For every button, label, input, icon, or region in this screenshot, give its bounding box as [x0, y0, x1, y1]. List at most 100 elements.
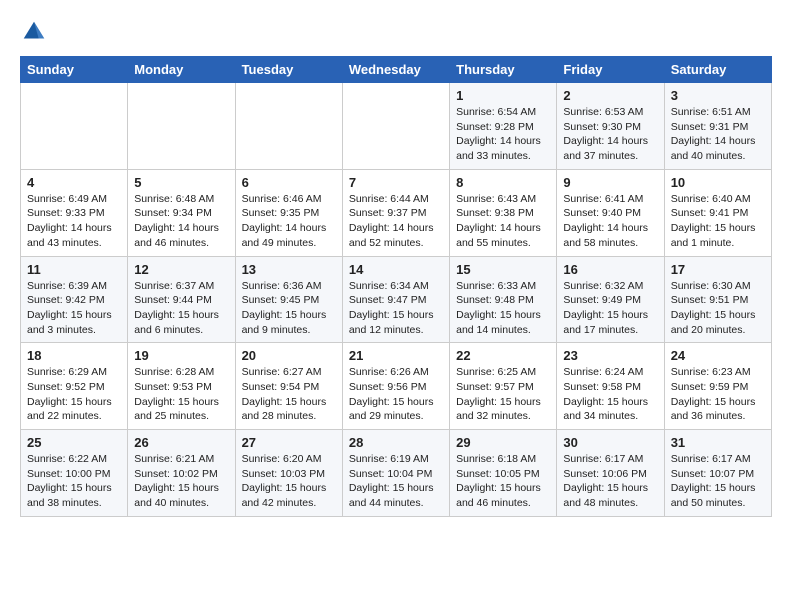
- day-cell: 23 Sunrise: 6:24 AM Sunset: 9:58 PM Dayli…: [557, 343, 664, 430]
- day-info: Sunrise: 6:53 AM Sunset: 9:30 PM Dayligh…: [563, 105, 657, 164]
- day-info: Sunrise: 6:24 AM Sunset: 9:58 PM Dayligh…: [563, 365, 657, 424]
- page: SundayMondayTuesdayWednesdayThursdayFrid…: [0, 0, 792, 535]
- day-cell: 25 Sunrise: 6:22 AM Sunset: 10:00 PM Dayl…: [21, 430, 128, 517]
- day-number: 22: [456, 348, 550, 363]
- day-cell: 7 Sunrise: 6:44 AM Sunset: 9:37 PM Daylig…: [342, 169, 449, 256]
- day-cell: 3 Sunrise: 6:51 AM Sunset: 9:31 PM Daylig…: [664, 83, 771, 170]
- weekday-wednesday: Wednesday: [342, 57, 449, 83]
- day-cell: 13 Sunrise: 6:36 AM Sunset: 9:45 PM Dayli…: [235, 256, 342, 343]
- day-cell: [235, 83, 342, 170]
- day-cell: 4 Sunrise: 6:49 AM Sunset: 9:33 PM Daylig…: [21, 169, 128, 256]
- day-cell: 27Sunrise: 6:20 AM Sunset: 10:03 PM Dayl…: [235, 430, 342, 517]
- day-cell: [21, 83, 128, 170]
- day-number: 23: [563, 348, 657, 363]
- day-info: Sunrise: 6:22 AM Sunset: 10:00 PM Daylig…: [27, 452, 121, 511]
- day-cell: 12 Sunrise: 6:37 AM Sunset: 9:44 PM Dayli…: [128, 256, 235, 343]
- day-number: 6: [242, 175, 336, 190]
- day-number: 31: [671, 435, 765, 450]
- day-number: 9: [563, 175, 657, 190]
- day-cell: 30 Sunrise: 6:17 AM Sunset: 10:06 PM Dayl…: [557, 430, 664, 517]
- day-cell: 29 Sunrise: 6:18 AM Sunset: 10:05 PM Dayl…: [450, 430, 557, 517]
- weekday-tuesday: Tuesday: [235, 57, 342, 83]
- day-info: Sunrise: 6:21 AM Sunset: 10:02 PM Daylig…: [134, 452, 228, 511]
- day-number: 8: [456, 175, 550, 190]
- day-cell: 6 Sunrise: 6:46 AM Sunset: 9:35 PM Daylig…: [235, 169, 342, 256]
- weekday-monday: Monday: [128, 57, 235, 83]
- day-cell: 18 Sunrise: 6:29 AM Sunset: 9:52 PM Dayli…: [21, 343, 128, 430]
- day-info: Sunrise: 6:18 AM Sunset: 10:05 PM Daylig…: [456, 452, 550, 511]
- day-info: Sunrise: 6:27 AM Sunset: 9:54 PM Dayligh…: [242, 365, 336, 424]
- day-info: Sunrise: 6:43 AM Sunset: 9:38 PM Dayligh…: [456, 192, 550, 251]
- weekday-thursday: Thursday: [450, 57, 557, 83]
- day-number: 26: [134, 435, 228, 450]
- day-number: 13: [242, 262, 336, 277]
- day-cell: [128, 83, 235, 170]
- day-number: 2: [563, 88, 657, 103]
- day-info: Sunrise: 6:23 AM Sunset: 9:59 PM Dayligh…: [671, 365, 765, 424]
- day-number: 1: [456, 88, 550, 103]
- day-number: 18: [27, 348, 121, 363]
- day-cell: 26 Sunrise: 6:21 AM Sunset: 10:02 PM Dayl…: [128, 430, 235, 517]
- logo-icon: [20, 18, 48, 46]
- day-cell: 5Sunrise: 6:48 AM Sunset: 9:34 PM Daylig…: [128, 169, 235, 256]
- day-info: Sunrise: 6:20 AM Sunset: 10:03 PM Daylig…: [242, 452, 336, 511]
- day-info: Sunrise: 6:37 AM Sunset: 9:44 PM Dayligh…: [134, 279, 228, 338]
- day-info: Sunrise: 6:36 AM Sunset: 9:45 PM Dayligh…: [242, 279, 336, 338]
- day-info: Sunrise: 6:29 AM Sunset: 9:52 PM Dayligh…: [27, 365, 121, 424]
- day-info: Sunrise: 6:17 AM Sunset: 10:06 PM Daylig…: [563, 452, 657, 511]
- week-row-4: 18 Sunrise: 6:29 AM Sunset: 9:52 PM Dayli…: [21, 343, 772, 430]
- day-info: Sunrise: 6:51 AM Sunset: 9:31 PM Dayligh…: [671, 105, 765, 164]
- day-info: Sunrise: 6:40 AM Sunset: 9:41 PM Dayligh…: [671, 192, 765, 251]
- day-cell: 21Sunrise: 6:26 AM Sunset: 9:56 PM Dayli…: [342, 343, 449, 430]
- week-row-3: 11Sunrise: 6:39 AM Sunset: 9:42 PM Dayli…: [21, 256, 772, 343]
- weekday-sunday: Sunday: [21, 57, 128, 83]
- day-info: Sunrise: 6:41 AM Sunset: 9:40 PM Dayligh…: [563, 192, 657, 251]
- day-cell: 16Sunrise: 6:32 AM Sunset: 9:49 PM Dayli…: [557, 256, 664, 343]
- day-cell: 11Sunrise: 6:39 AM Sunset: 9:42 PM Dayli…: [21, 256, 128, 343]
- day-number: 14: [349, 262, 443, 277]
- day-info: Sunrise: 6:44 AM Sunset: 9:37 PM Dayligh…: [349, 192, 443, 251]
- week-row-5: 25 Sunrise: 6:22 AM Sunset: 10:00 PM Dayl…: [21, 430, 772, 517]
- day-number: 16: [563, 262, 657, 277]
- day-info: Sunrise: 6:49 AM Sunset: 9:33 PM Dayligh…: [27, 192, 121, 251]
- day-number: 7: [349, 175, 443, 190]
- day-number: 25: [27, 435, 121, 450]
- day-info: Sunrise: 6:33 AM Sunset: 9:48 PM Dayligh…: [456, 279, 550, 338]
- day-number: 24: [671, 348, 765, 363]
- day-number: 28: [349, 435, 443, 450]
- logo: [20, 18, 52, 46]
- day-number: 30: [563, 435, 657, 450]
- day-cell: 31 Sunrise: 6:17 AM Sunset: 10:07 PM Dayl…: [664, 430, 771, 517]
- day-info: Sunrise: 6:19 AM Sunset: 10:04 PM Daylig…: [349, 452, 443, 511]
- day-number: 29: [456, 435, 550, 450]
- day-cell: 8 Sunrise: 6:43 AM Sunset: 9:38 PM Daylig…: [450, 169, 557, 256]
- day-cell: 20 Sunrise: 6:27 AM Sunset: 9:54 PM Dayli…: [235, 343, 342, 430]
- day-number: 4: [27, 175, 121, 190]
- day-cell: 15 Sunrise: 6:33 AM Sunset: 9:48 PM Dayli…: [450, 256, 557, 343]
- weekday-friday: Friday: [557, 57, 664, 83]
- day-number: 20: [242, 348, 336, 363]
- day-cell: 17Sunrise: 6:30 AM Sunset: 9:51 PM Dayli…: [664, 256, 771, 343]
- day-number: 19: [134, 348, 228, 363]
- day-cell: 28 Sunrise: 6:19 AM Sunset: 10:04 PM Dayl…: [342, 430, 449, 517]
- day-cell: 9 Sunrise: 6:41 AM Sunset: 9:40 PM Daylig…: [557, 169, 664, 256]
- day-info: Sunrise: 6:17 AM Sunset: 10:07 PM Daylig…: [671, 452, 765, 511]
- day-info: Sunrise: 6:39 AM Sunset: 9:42 PM Dayligh…: [27, 279, 121, 338]
- day-number: 15: [456, 262, 550, 277]
- week-row-2: 4 Sunrise: 6:49 AM Sunset: 9:33 PM Daylig…: [21, 169, 772, 256]
- day-number: 3: [671, 88, 765, 103]
- day-number: 12: [134, 262, 228, 277]
- day-info: Sunrise: 6:46 AM Sunset: 9:35 PM Dayligh…: [242, 192, 336, 251]
- day-cell: 1Sunrise: 6:54 AM Sunset: 9:28 PM Daylig…: [450, 83, 557, 170]
- day-cell: 24 Sunrise: 6:23 AM Sunset: 9:59 PM Dayli…: [664, 343, 771, 430]
- day-info: Sunrise: 6:28 AM Sunset: 9:53 PM Dayligh…: [134, 365, 228, 424]
- day-number: 10: [671, 175, 765, 190]
- day-cell: 10 Sunrise: 6:40 AM Sunset: 9:41 PM Dayli…: [664, 169, 771, 256]
- weekday-header-row: SundayMondayTuesdayWednesdayThursdayFrid…: [21, 57, 772, 83]
- day-info: Sunrise: 6:30 AM Sunset: 9:51 PM Dayligh…: [671, 279, 765, 338]
- header: [20, 18, 772, 46]
- day-cell: 14Sunrise: 6:34 AM Sunset: 9:47 PM Dayli…: [342, 256, 449, 343]
- day-cell: 22Sunrise: 6:25 AM Sunset: 9:57 PM Dayli…: [450, 343, 557, 430]
- day-info: Sunrise: 6:48 AM Sunset: 9:34 PM Dayligh…: [134, 192, 228, 251]
- day-cell: [342, 83, 449, 170]
